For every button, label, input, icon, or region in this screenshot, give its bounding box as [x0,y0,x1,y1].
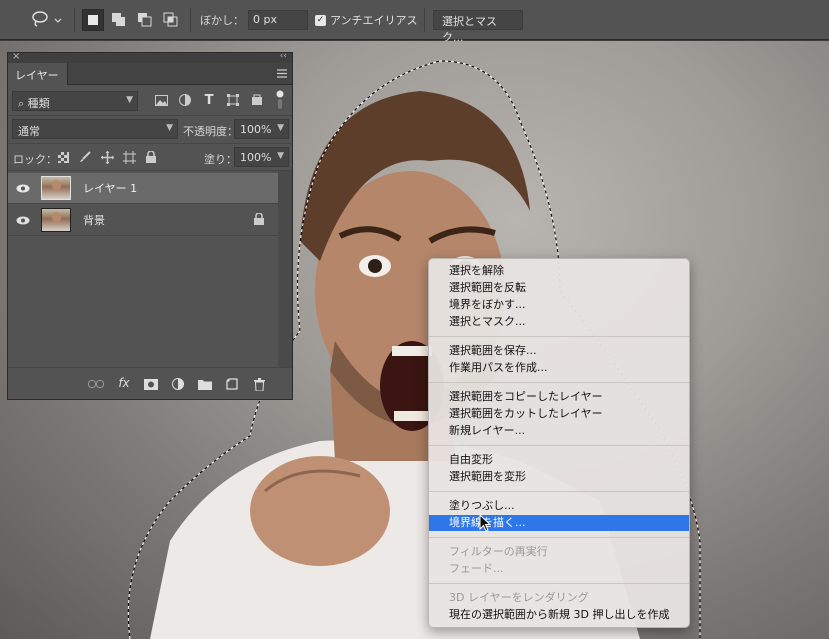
adjustment-layer-icon[interactable] [170,376,186,392]
menu-item-layer-via-cut[interactable]: 選択範囲をカットしたレイヤー [429,406,689,422]
layer-row[interactable]: 背景 [8,205,278,236]
panel-titlebar: × ‹‹ [8,51,292,63]
layers-panel: × ‹‹ レイヤー ⌕ 種類 ▼ T 通常 ▼ 不透明度： 100% ▼ ロック… [7,51,293,400]
adjustment-filter-icon[interactable] [178,93,192,107]
fill-value: 100% [240,151,272,164]
context-menu: 選択を解除 選択範囲を反転 境界をぼかす... 選択とマスク... 選択範囲を保… [428,258,690,628]
menu-item-fill[interactable]: 塗りつぶし... [429,498,689,514]
select-and-mask-label: 選択とマスク... [442,15,497,44]
menu-item-free-transform[interactable]: 自由変形 [429,452,689,468]
antialias-label: アンチエイリアス [330,14,418,27]
menu-item-render-3d-layer: 3D レイヤーをレンダリング [449,591,589,604]
new-selection-button[interactable] [82,9,104,31]
menu-item-layer-via-copy[interactable]: 選択範囲をコピーしたレイヤー [429,389,689,405]
fx-icon[interactable]: fx [116,375,132,391]
filter-kind-label: 種類 [27,97,50,110]
lock-label: ロック： [13,153,57,166]
select-and-mask-button[interactable]: 選択とマスク... [433,10,523,44]
menu-item-transform-selection[interactable]: 選択範囲を変形 [429,469,689,485]
link-icon[interactable] [88,376,104,392]
new-layer-icon[interactable] [224,376,240,392]
lock-transparency-icon[interactable] [56,150,70,164]
layers-scrollbar[interactable] [278,171,292,367]
feather-label: ぼかし： [200,14,244,27]
menu-item-last-filter: フィルターの再実行 [449,545,548,558]
layer-name: レイヤー 1 [83,182,138,195]
menu-item-stroke[interactable]: 境界線を描く... [429,515,689,531]
lock-artboard-icon[interactable] [122,150,136,164]
eye-icon[interactable] [8,216,38,225]
checkmark-icon: ✓ [315,14,326,26]
blend-mode-dropdown[interactable]: 通常 ▼ [12,119,178,139]
add-to-selection-button[interactable] [108,9,130,31]
antialias-checkbox[interactable]: ✓ アンチエイリアス [315,8,418,32]
intersect-selection-button[interactable] [160,9,182,31]
eye-icon[interactable] [8,184,38,193]
chevron-down-icon: ▼ [277,151,284,161]
feather-input[interactable]: 0 px [248,10,308,30]
blend-mode-label: 通常 [18,125,40,138]
menu-item-new-3d-extrusion[interactable]: 現在の選択範囲から新規 3D 押し出しを作成 [429,607,689,623]
menu-item-save-selection[interactable]: 選択範囲を保存... [429,343,689,359]
menu-item-fade: フェード... [449,562,504,575]
chevron-down-icon: ▼ [277,123,284,133]
search-icon: ⌕ [18,97,25,110]
layer-row[interactable]: レイヤー 1 [8,173,278,204]
fill-label: 塗り： [204,153,237,166]
tab-layers[interactable]: レイヤー [8,63,68,85]
layers-footer: fx [8,367,292,399]
menu-separator [429,537,689,538]
layer-thumbnail [41,208,71,232]
type-filter-icon[interactable]: T [202,92,216,108]
tab-layers-label: レイヤー [15,69,59,82]
chevron-down-icon: ▼ [166,123,173,133]
opacity-value: 100% [240,123,272,136]
feather-value: 0 px [253,13,277,26]
subtract-from-selection-button[interactable] [134,9,156,31]
fill-input[interactable]: 100% ▼ [234,147,289,167]
layer-thumbnail [41,176,71,200]
menu-separator [429,445,689,446]
menu-item-select-and-mask[interactable]: 選択とマスク... [429,314,689,330]
lasso-tool-preset[interactable] [30,8,62,32]
trash-icon[interactable] [251,376,267,392]
lock-image-pixels-icon[interactable] [78,150,92,164]
menu-separator [429,382,689,383]
chevron-down-icon [54,14,62,27]
menu-item-feather[interactable]: 境界をぼかす... [429,297,689,313]
collapse-icon[interactable]: ‹‹ [280,51,287,61]
chevron-down-icon: ▼ [126,95,133,105]
menu-separator [429,336,689,337]
lasso-icon [30,10,50,31]
menu-item-new-layer[interactable]: 新規レイヤー... [429,423,689,439]
opacity-label: 不透明度： [183,125,238,138]
shape-filter-icon[interactable] [226,93,240,107]
lock-icon [254,211,264,228]
smart-object-filter-icon[interactable] [250,93,264,107]
image-filter-icon[interactable] [154,93,168,107]
options-bar: ぼかし： 0 px ✓ アンチエイリアス 選択とマスク... [0,0,829,44]
add-mask-icon[interactable] [143,376,159,392]
menu-item-make-work-path[interactable]: 作業用パスを作成... [429,360,689,376]
menu-separator [429,491,689,492]
folder-icon[interactable] [197,376,213,392]
filter-toggle-icon[interactable] [274,89,286,111]
cursor-icon [479,513,492,535]
opacity-input[interactable]: 100% ▼ [234,119,289,139]
layer-name: 背景 [83,214,105,227]
menu-item-deselect[interactable]: 選択を解除 [429,263,689,279]
lock-position-icon[interactable] [100,150,114,164]
close-icon[interactable]: × [12,51,20,62]
menu-item-inverse[interactable]: 選択範囲を反転 [429,280,689,296]
filter-kind-dropdown[interactable]: ⌕ 種類 ▼ [12,91,138,111]
panel-menu-icon[interactable] [277,68,287,81]
menu-separator [429,583,689,584]
lock-all-icon[interactable] [144,150,158,164]
